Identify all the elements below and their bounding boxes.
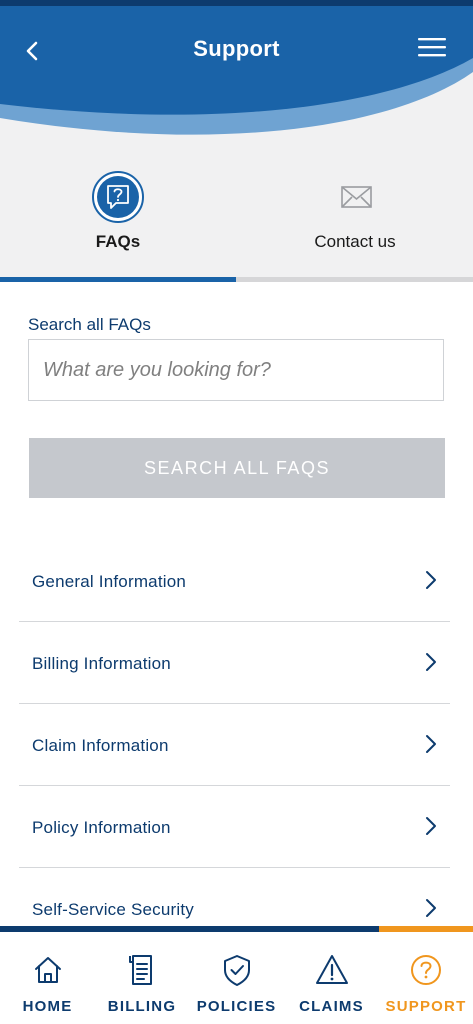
tab-faqs-label: FAQs [95, 232, 141, 251]
tab-faqs[interactable]: FAQs [0, 156, 236, 282]
question-bubble-icon [91, 170, 145, 224]
nav-item-claims[interactable]: CLAIMS [284, 932, 379, 1024]
nav-item-support[interactable]: SUPPORT [379, 932, 473, 1024]
tab-active-indicator [0, 277, 236, 282]
faq-item-label: Policy Information [32, 818, 171, 837]
faq-category-list: General Information Billing Information … [19, 540, 450, 950]
nav-item-label: CLAIMS [299, 998, 364, 1015]
faq-item-claim-information[interactable]: Claim Information [19, 704, 450, 786]
tab-contact-us-label: Contact us [314, 232, 396, 251]
search-label: Search all FAQs [28, 315, 151, 334]
nav-item-label: POLICIES [196, 998, 277, 1015]
faq-item-billing-information[interactable]: Billing Information [19, 622, 450, 704]
hamburger-menu-icon [418, 38, 446, 57]
envelope-icon [328, 170, 382, 224]
nav-item-home[interactable]: HOME [0, 932, 95, 1024]
chevron-right-icon [426, 899, 436, 917]
faq-item-label: Self-Service Security [32, 900, 194, 919]
menu-button[interactable] [417, 36, 447, 60]
search-input[interactable] [28, 339, 444, 401]
header-wave-background [0, 6, 473, 135]
chevron-right-icon [426, 735, 436, 753]
chevron-right-icon [426, 571, 436, 589]
tab-inactive-indicator [236, 277, 473, 282]
faq-item-policy-information[interactable]: Policy Information [19, 786, 450, 868]
app-header: Support [0, 6, 473, 156]
faq-item-general-information[interactable]: General Information [19, 540, 450, 622]
nav-item-policies[interactable]: POLICIES [189, 932, 284, 1024]
search-all-faqs-button[interactable]: SEARCH ALL FAQS [29, 438, 445, 498]
tab-contact-us[interactable]: Contact us [237, 156, 473, 282]
chevron-right-icon [426, 653, 436, 671]
warning-icon [315, 955, 348, 984]
nav-item-label: BILLING [107, 998, 177, 1015]
support-tabs: FAQs Contact us [0, 156, 473, 282]
nav-item-label: SUPPORT [385, 998, 467, 1015]
shield-check-icon [223, 955, 250, 986]
home-icon [34, 957, 61, 983]
nav-item-billing[interactable]: BILLING [95, 932, 189, 1024]
faq-item-label: Billing Information [32, 654, 171, 673]
billing-icon [129, 955, 152, 985]
page-title: Support [193, 36, 280, 61]
bottom-navigation: HOME BILLING POLICIES CLAIMS SUPPORT [0, 926, 473, 1024]
faq-item-label: General Information [32, 572, 187, 591]
faq-item-label: Claim Information [32, 736, 169, 755]
nav-item-label: HOME [22, 998, 73, 1015]
question-circle-icon [411, 955, 441, 985]
chevron-right-icon [426, 817, 436, 835]
